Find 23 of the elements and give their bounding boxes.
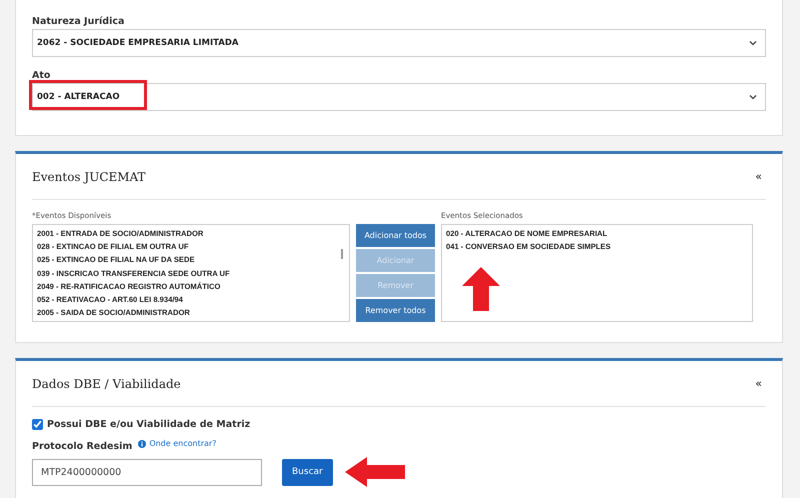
- list-action-button[interactable]: Adicionar todos: [356, 224, 435, 247]
- collapse-toggle[interactable]: «: [755, 377, 762, 390]
- field-label: Ato: [32, 70, 50, 81]
- help-link[interactable]: Onde encontrar?: [149, 439, 216, 448]
- field-label: Protocolo Redesim: [32, 441, 132, 452]
- scrollbar-thumb[interactable]: [341, 249, 343, 259]
- checkbox-label: Possui DBE e/ou Viabilidade de Matriz: [47, 419, 250, 430]
- search-button[interactable]: Buscar: [282, 458, 333, 486]
- panel-title: Eventos JUCEMAT: [32, 170, 146, 184]
- select-field[interactable]: 2062 - SOCIEDADE EMPRESARIA LIMITADA: [32, 29, 766, 57]
- left-arrow-icon: [344, 457, 405, 487]
- panel-title: Dados DBE / Viabilidade: [32, 376, 181, 390]
- select-field[interactable]: 002 - ALTERACAO: [32, 83, 766, 111]
- listbox[interactable]: [32, 224, 350, 322]
- info-icon: [138, 440, 146, 448]
- input-field[interactable]: MTP2400000000: [32, 458, 262, 486]
- list-action-button[interactable]: Remover todos: [356, 299, 435, 322]
- collapse-toggle[interactable]: «: [755, 170, 762, 183]
- checkbox[interactable]: [32, 419, 43, 430]
- up-arrow-icon: [462, 267, 500, 311]
- chevron-down-icon: [749, 40, 757, 46]
- chevron-down-icon: [749, 94, 757, 100]
- field-label: Natureza Jurídica: [32, 16, 124, 27]
